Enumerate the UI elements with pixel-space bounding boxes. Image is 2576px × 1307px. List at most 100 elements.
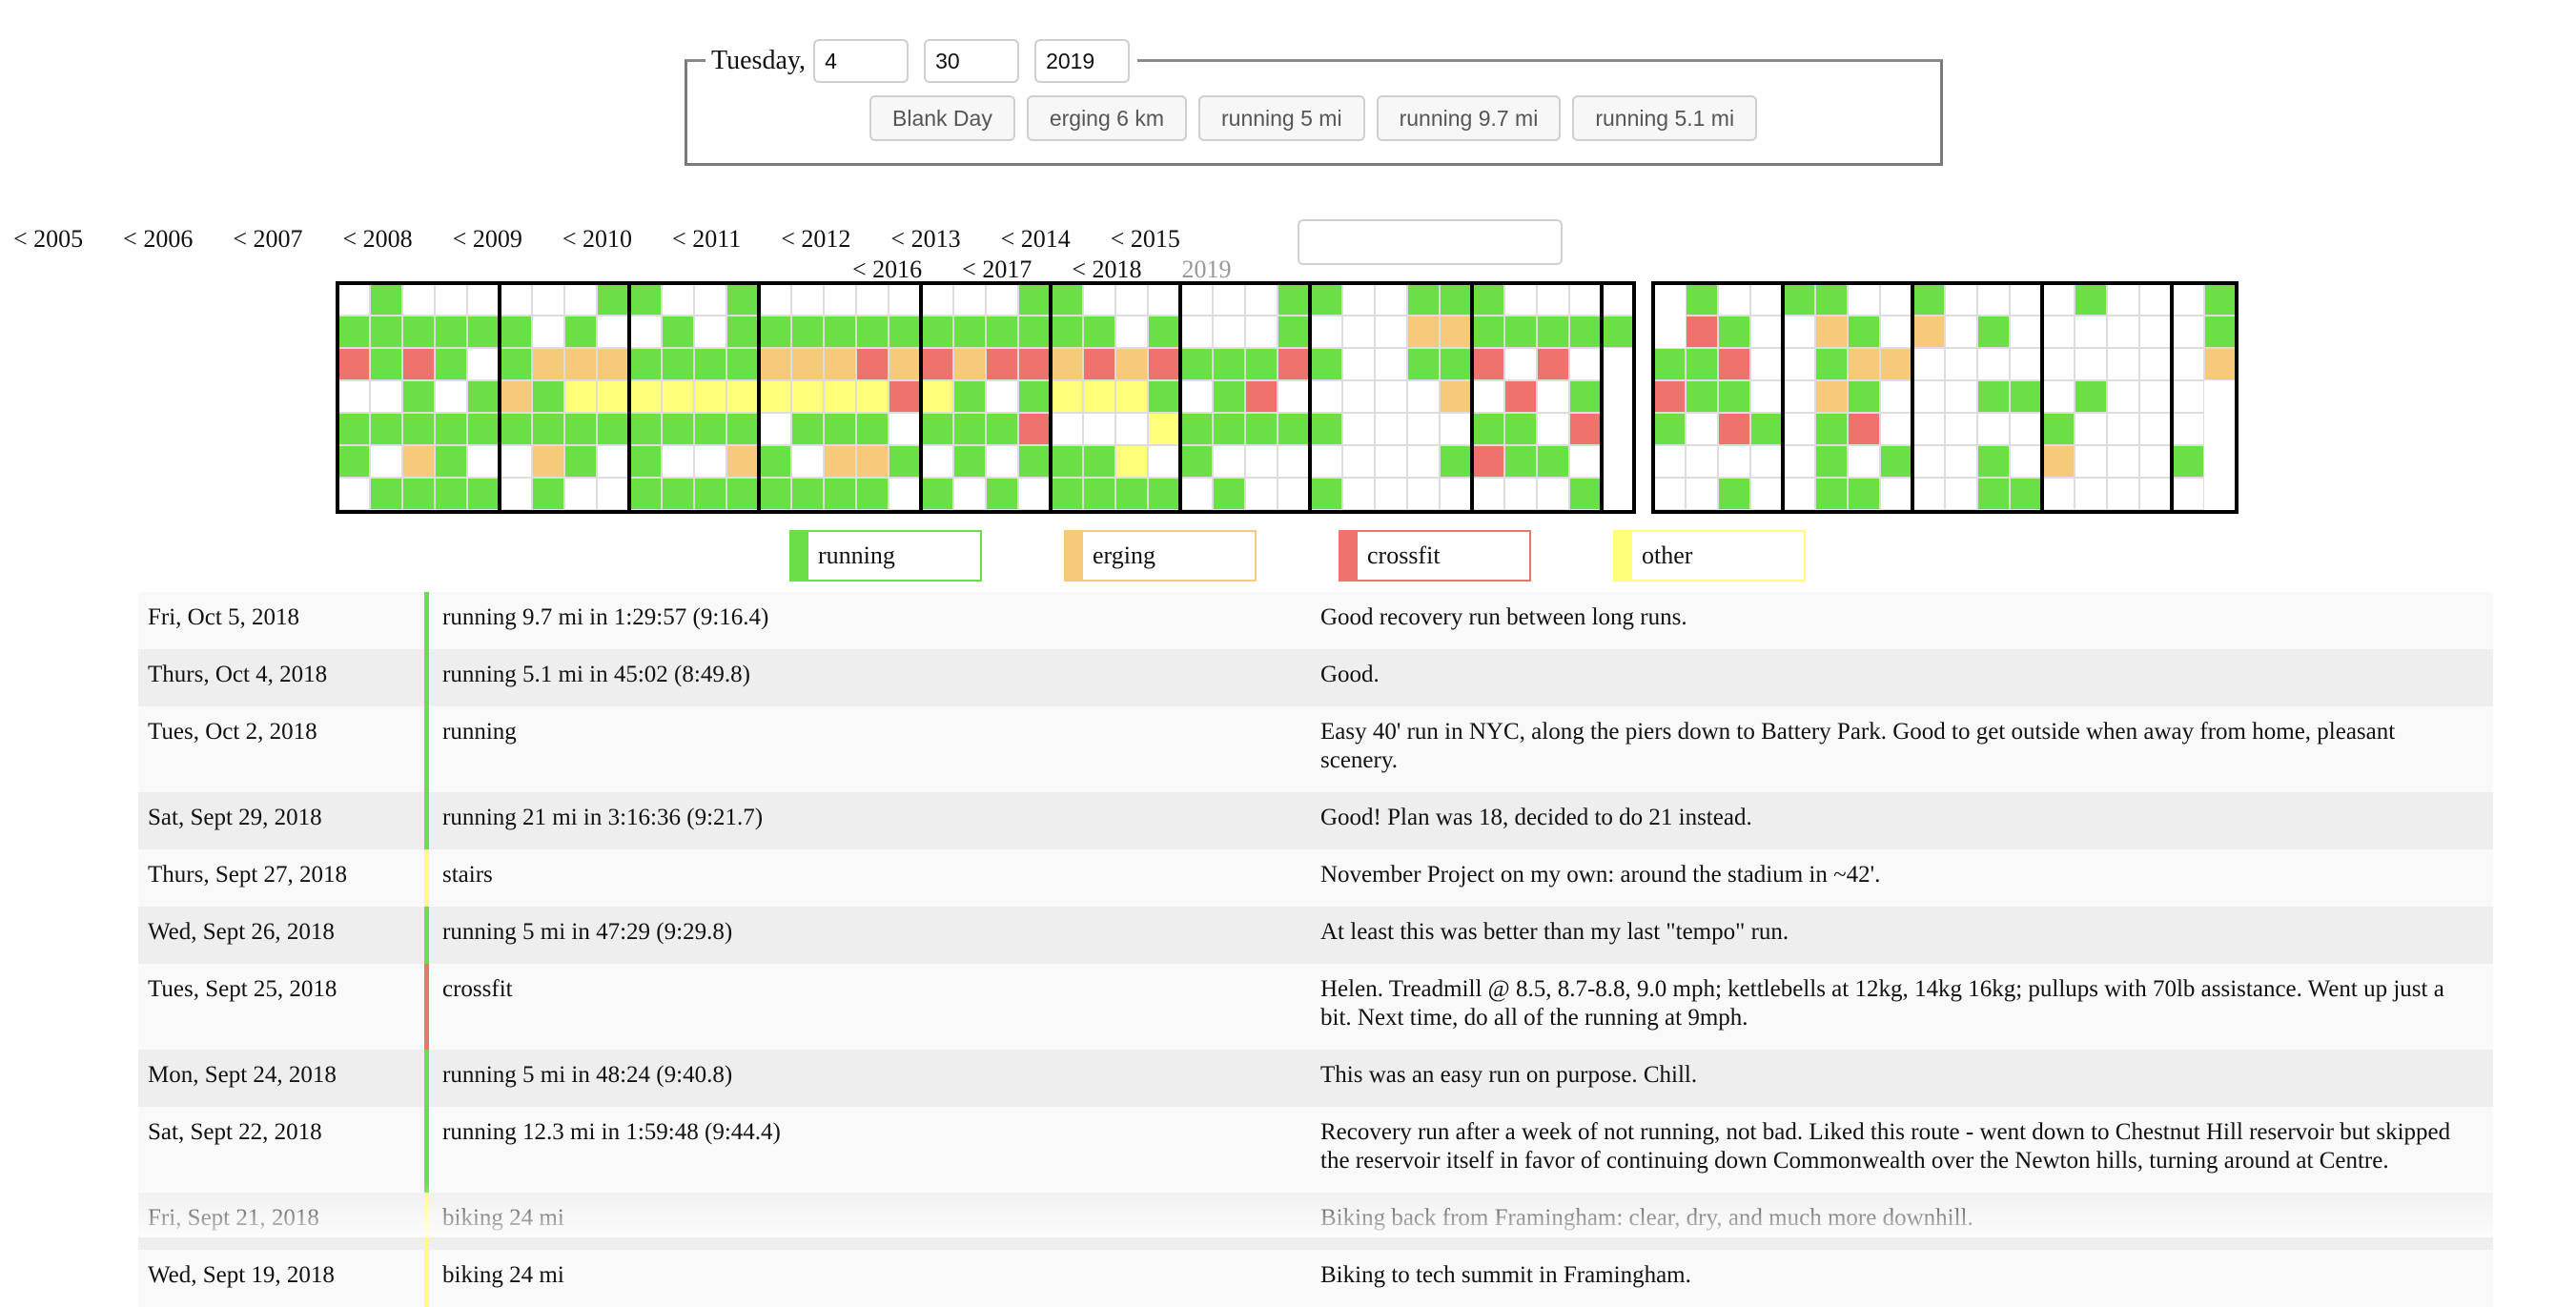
day-cell[interactable]: [1784, 479, 1814, 509]
day-cell[interactable]: [1719, 284, 1749, 315]
day-cell[interactable]: [598, 446, 628, 477]
day-cell[interactable]: [1441, 381, 1471, 412]
day-cell[interactable]: [857, 284, 888, 315]
day-cell[interactable]: [2173, 446, 2203, 477]
day-cell[interactable]: [371, 381, 401, 412]
day-cell[interactable]: [2173, 317, 2203, 347]
day-cell[interactable]: [338, 479, 369, 509]
day-cell[interactable]: [2108, 349, 2138, 379]
day-cell[interactable]: [1052, 284, 1082, 315]
day-cell[interactable]: [2043, 381, 2074, 412]
day-cell[interactable]: [2075, 317, 2106, 347]
day-cell[interactable]: [1246, 479, 1277, 509]
day-cell[interactable]: [371, 446, 401, 477]
day-cell[interactable]: [2140, 414, 2171, 444]
blank-day-button[interactable]: Blank Day: [869, 95, 1015, 141]
day-cell[interactable]: [1181, 446, 1212, 477]
day-cell[interactable]: [1946, 349, 1976, 379]
day-cell[interactable]: [1784, 284, 1814, 315]
day-cell[interactable]: [1473, 446, 1503, 477]
day-cell[interactable]: [2205, 317, 2236, 347]
day-cell[interactable]: [1719, 414, 1749, 444]
day-cell[interactable]: [1441, 284, 1471, 315]
day-cell[interactable]: [1473, 414, 1503, 444]
day-cell[interactable]: [760, 414, 790, 444]
day-cell[interactable]: [2140, 349, 2171, 379]
day-cell[interactable]: [2075, 381, 2106, 412]
day-cell[interactable]: [727, 446, 758, 477]
day-cell[interactable]: [1311, 479, 1341, 509]
day-cell[interactable]: [2075, 284, 2106, 315]
day-cell[interactable]: [1019, 446, 1050, 477]
log-row[interactable]: Thurs, Sept 27, 2018 stairs November Proje…: [138, 849, 2493, 907]
day-cell[interactable]: [630, 317, 661, 347]
day-cell[interactable]: [1946, 479, 1976, 509]
day-cell[interactable]: [598, 317, 628, 347]
day-cell[interactable]: [2108, 284, 2138, 315]
day-cell[interactable]: [1084, 479, 1114, 509]
day-cell[interactable]: [1278, 479, 1309, 509]
day-cell[interactable]: [1052, 349, 1082, 379]
day-cell[interactable]: [1816, 349, 1847, 379]
day-cell[interactable]: [857, 446, 888, 477]
day-cell[interactable]: [2011, 284, 2041, 315]
day-cell[interactable]: [1719, 349, 1749, 379]
day-cell[interactable]: [1376, 317, 1406, 347]
log-row[interactable]: Tues, Oct 2, 2018 running Easy 40' run in …: [138, 706, 2493, 792]
day-cell[interactable]: [2043, 349, 2074, 379]
day-cell[interactable]: [1687, 479, 1717, 509]
day-cell[interactable]: [695, 479, 726, 509]
day-cell[interactable]: [695, 414, 726, 444]
day-cell[interactable]: [954, 381, 985, 412]
day-cell[interactable]: [1019, 479, 1050, 509]
day-cell[interactable]: [1654, 349, 1685, 379]
day-cell[interactable]: [663, 479, 693, 509]
day-cell[interactable]: [2205, 349, 2236, 379]
day-cell[interactable]: [1246, 284, 1277, 315]
day-cell[interactable]: [889, 349, 920, 379]
day-cell[interactable]: [987, 349, 1017, 379]
day-cell[interactable]: [565, 317, 596, 347]
day-cell[interactable]: [987, 317, 1017, 347]
day-cell[interactable]: [2011, 479, 2041, 509]
day-cell[interactable]: [630, 446, 661, 477]
day-cell[interactable]: [1376, 479, 1406, 509]
day-cell[interactable]: [954, 414, 985, 444]
day-cell[interactable]: [825, 284, 855, 315]
day-cell[interactable]: [760, 349, 790, 379]
day-cell[interactable]: [1019, 284, 1050, 315]
day-cell[interactable]: [2173, 349, 2203, 379]
day-cell[interactable]: [2075, 414, 2106, 444]
day-cell[interactable]: [371, 349, 401, 379]
day-cell[interactable]: [1343, 381, 1374, 412]
day-cell[interactable]: [727, 479, 758, 509]
day-cell[interactable]: [1408, 414, 1439, 444]
day-cell[interactable]: [1181, 317, 1212, 347]
day-cell[interactable]: [727, 284, 758, 315]
day-cell[interactable]: [1913, 284, 1944, 315]
day-cell[interactable]: [1751, 479, 1782, 509]
day-cell[interactable]: [403, 349, 434, 379]
day-cell[interactable]: [468, 349, 499, 379]
day-cell[interactable]: [1538, 414, 1568, 444]
day-cell[interactable]: [630, 349, 661, 379]
day-cell[interactable]: [663, 349, 693, 379]
day-cell[interactable]: [468, 381, 499, 412]
day-cell[interactable]: [857, 479, 888, 509]
day-cell[interactable]: [501, 479, 531, 509]
day-cell[interactable]: [371, 284, 401, 315]
day-cell[interactable]: [954, 284, 985, 315]
day-cell[interactable]: [1913, 349, 1944, 379]
day-cell[interactable]: [1719, 479, 1749, 509]
day-cell[interactable]: [468, 317, 499, 347]
day-cell[interactable]: [2173, 284, 2203, 315]
day-cell[interactable]: [1687, 414, 1717, 444]
day-cell[interactable]: [1849, 446, 1879, 477]
quick-running-9-7mi-button[interactable]: running 9.7 mi: [1376, 95, 1562, 141]
day-cell[interactable]: [501, 349, 531, 379]
day-input[interactable]: [924, 39, 1020, 83]
day-cell[interactable]: [1849, 349, 1879, 379]
day-cell[interactable]: [1913, 317, 1944, 347]
day-cell[interactable]: [1052, 317, 1082, 347]
day-cell[interactable]: [501, 284, 531, 315]
